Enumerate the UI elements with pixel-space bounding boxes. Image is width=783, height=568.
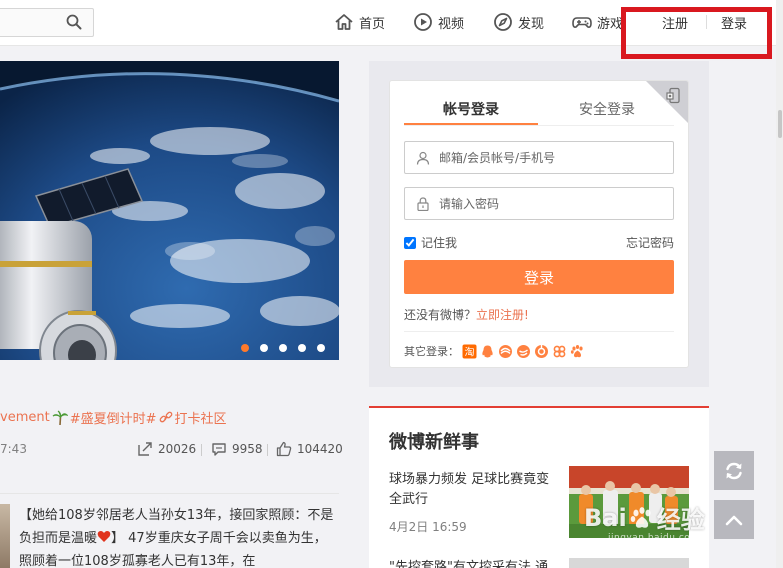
other-login-label: 其它登录： (404, 345, 459, 358)
watermark-url: jingyan.baidu.com (608, 533, 700, 543)
baidu-jingyan-watermark: Bai 经验 (584, 500, 705, 535)
comment-button[interactable]: 9958 (211, 441, 263, 457)
carousel-dots (241, 344, 325, 352)
login-card: 帐号登录 安全登录 记住我 忘记密码 登录 还没有微博？立即注册! 其它登录： … (389, 80, 689, 368)
tab-secure-login[interactable]: 安全登录 (540, 99, 674, 119)
banner-carousel[interactable] (0, 61, 339, 360)
link-icon (159, 411, 172, 422)
comment-icon (212, 443, 226, 456)
feed-divider (0, 493, 339, 494)
password-field[interactable] (404, 187, 674, 220)
signup-prompt: 还没有微博？立即注册! (404, 306, 529, 323)
comment-count: 9958 (232, 442, 263, 456)
watermark-text: Bai (584, 503, 627, 532)
other-login-row: 其它登录： 淘 (404, 343, 585, 359)
password-input[interactable] (439, 196, 669, 211)
signup-link[interactable]: 立即注册! (476, 308, 529, 322)
scroll-top-button[interactable] (714, 500, 754, 539)
news-headline[interactable]: 球场暴力频发 足球比赛竟变全武行 (389, 470, 559, 510)
post-text: 【她给108岁邻居老人当孙女13年，接回家照顾：不是负担而是温暖】 47岁重庆女… (19, 504, 339, 568)
page-scrollbar[interactable] (776, 0, 783, 568)
like-count: 104420 (297, 442, 343, 456)
refresh-button[interactable] (714, 451, 754, 490)
weibo-news-panel: 微博新鲜事 球场暴力频发 足球比赛竟变全武行 4月2日 16:59 "先控套路"… (369, 406, 709, 568)
telecom-icon[interactable] (498, 344, 513, 359)
news-time: 4月2日 16:59 (389, 520, 467, 534)
feed-topics: vement #盛夏倒计时# 打卡社区 (0, 408, 227, 427)
palm-tree-icon (52, 410, 68, 425)
alipay-icon[interactable] (516, 344, 531, 359)
nav-item-discover[interactable]: 发现 (493, 11, 544, 33)
like-button[interactable]: 104420 (276, 441, 343, 457)
username-field[interactable] (404, 141, 674, 174)
post-thumbnail[interactable] (0, 504, 10, 568)
carousel-dot[interactable] (260, 344, 268, 352)
highlight-frame (621, 7, 772, 59)
repost-icon (138, 442, 152, 456)
remember-me[interactable]: 记住我 (404, 234, 457, 251)
qq-icon[interactable] (480, 344, 495, 359)
scrollbar-thumb[interactable] (778, 110, 782, 138)
repost-button[interactable]: 20026 (137, 441, 196, 457)
news-headline-2[interactable]: "先控套路"有文控采有法 通 (389, 558, 569, 568)
forgot-password-link[interactable]: 忘记密码 (626, 234, 674, 251)
nav-label-game: 游戏 (597, 16, 624, 32)
carousel-dot[interactable] (279, 344, 287, 352)
topic-link[interactable]: 打卡社区 (175, 408, 227, 427)
watermark-text: 经验 (656, 506, 705, 534)
card-divider (404, 331, 674, 332)
login-submit-button[interactable]: 登录 (404, 260, 674, 294)
svg-text:淘: 淘 (465, 345, 475, 358)
home-icon (335, 14, 353, 30)
thumbs-up-icon (276, 441, 292, 457)
topic-prefix[interactable]: vement (0, 410, 50, 425)
360-icon[interactable] (534, 344, 549, 359)
repost-count: 20026 (158, 442, 197, 456)
carousel-dot[interactable] (317, 344, 325, 352)
news-panel-title: 微博新鲜事 (389, 432, 479, 453)
remember-checkbox[interactable] (404, 236, 416, 249)
nav-item-game[interactable]: 游戏 (572, 11, 623, 33)
baidu-icon[interactable] (570, 344, 585, 359)
remember-label: 记住我 (421, 236, 458, 250)
user-icon (416, 151, 430, 165)
heart-icon (97, 531, 111, 542)
no-account-text: 还没有微博？ (404, 308, 477, 322)
tab-active-indicator (404, 123, 538, 125)
stats-divider (267, 444, 268, 456)
tab-baseline (404, 125, 674, 126)
baidu-paw-icon (630, 506, 651, 528)
carousel-dot[interactable] (241, 344, 249, 352)
taobao-icon[interactable]: 淘 (462, 344, 477, 359)
tab-account-login[interactable]: 帐号登录 (404, 99, 538, 119)
nav-item-video[interactable]: 视频 (413, 11, 464, 33)
video-icon (414, 13, 432, 31)
search-icon[interactable] (66, 14, 82, 30)
nav-label-video: 视频 (438, 16, 465, 32)
compass-icon (494, 13, 512, 31)
gamepad-icon (572, 17, 592, 28)
unicom-icon[interactable] (552, 344, 567, 359)
nav-label-home: 首页 (359, 16, 386, 32)
stats-divider (201, 444, 202, 456)
nav-item-home[interactable]: 首页 (334, 11, 385, 33)
topic-link[interactable]: #盛夏倒计时# (70, 408, 157, 427)
post-time[interactable]: 7:43 (0, 442, 27, 456)
chevron-up-icon (725, 515, 743, 525)
lock-icon (417, 196, 429, 211)
banner-image (0, 61, 339, 360)
refresh-icon (726, 462, 742, 479)
news-thumbnail-2[interactable] (569, 558, 689, 568)
carousel-dot[interactable] (298, 344, 306, 352)
username-input[interactable] (439, 150, 669, 165)
nav-label-discover: 发现 (518, 16, 545, 32)
